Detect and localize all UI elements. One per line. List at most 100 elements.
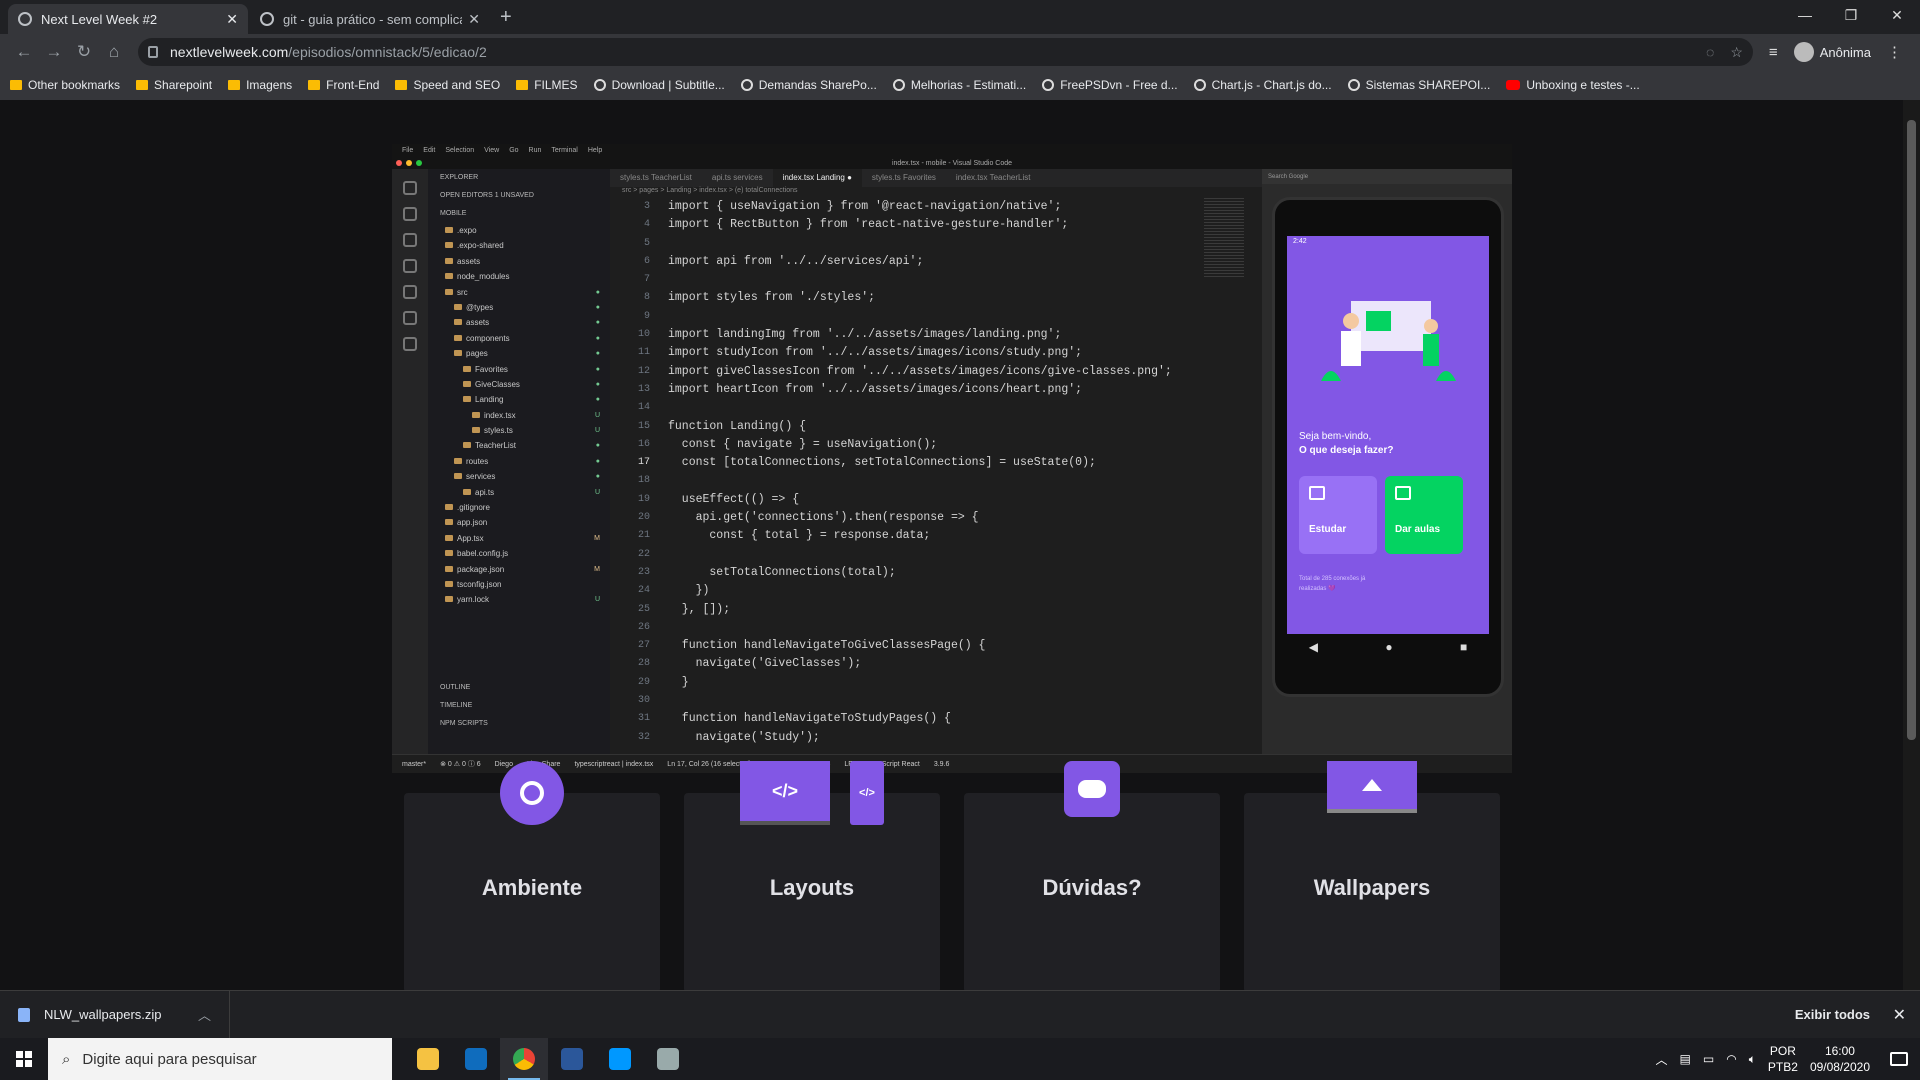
card-ambiente[interactable]: Ambiente [404, 761, 660, 993]
file-tree-item[interactable]: src ● [428, 285, 610, 300]
bookmark-item[interactable]: Sistemas SHAREPOI... [1347, 78, 1490, 92]
file-tree-item[interactable]: routes ● [428, 454, 610, 469]
wifi-icon[interactable]: ◠ [1726, 1052, 1736, 1066]
back-nav-icon[interactable]: ◀ [1309, 640, 1318, 654]
file-tree-item[interactable]: .gitignore [428, 500, 610, 515]
bookmark-item[interactable]: Download | Subtitle... [593, 78, 725, 92]
profile-button[interactable]: Anônima [1793, 42, 1871, 62]
chevron-up-icon[interactable]: ︿ [198, 1005, 211, 1024]
minimap[interactable] [1204, 198, 1244, 278]
file-tree-item[interactable]: app.json [428, 515, 610, 530]
page-scrollbar[interactable] [1903, 100, 1920, 990]
browser-tab-active[interactable]: Next Level Week #2 ✕ [8, 4, 248, 34]
menu-item[interactable]: Edit [423, 147, 435, 154]
emulator-search[interactable]: Search Google [1268, 174, 1308, 180]
bookmark-item[interactable]: Chart.js - Chart.js do... [1193, 78, 1332, 92]
file-tree-item[interactable]: pages ● [428, 346, 610, 361]
file-tree-item[interactable]: services ● [428, 469, 610, 484]
card-layouts[interactable]: </> </> Layouts [684, 761, 940, 993]
file-tree-item[interactable]: TeacherList ● [428, 438, 610, 453]
sidebar-section[interactable]: OUTLINE [428, 679, 610, 697]
file-tree-item[interactable]: index.tsx U [428, 408, 610, 423]
give-classes-button[interactable]: Dar aulas [1385, 476, 1463, 554]
remote-icon[interactable] [403, 311, 417, 325]
file-tree-item[interactable]: components ● [428, 331, 610, 346]
new-tab-icon[interactable]: + [500, 6, 512, 29]
menu-item[interactable]: Terminal [551, 147, 577, 154]
files-icon[interactable] [403, 181, 417, 195]
bookmark-item[interactable]: Speed and SEO [395, 78, 500, 92]
file-tree-item[interactable]: babel.config.js [428, 546, 610, 561]
file-tree-item[interactable]: styles.ts U [428, 423, 610, 438]
card-wallpapers[interactable]: Wallpapers [1244, 761, 1500, 993]
star-icon[interactable]: ☆ [1730, 44, 1743, 61]
file-tree-item[interactable]: api.ts U [428, 485, 610, 500]
notification-icon[interactable] [1890, 1052, 1908, 1066]
bookmark-item[interactable]: Melhorias - Estimati... [892, 78, 1026, 92]
editor-tab[interactable]: index.tsx Landing ● [772, 169, 862, 187]
menu-item[interactable]: Help [588, 147, 602, 154]
menu-dots-icon[interactable]: ⋮ [1887, 43, 1902, 61]
reading-list-icon[interactable]: ≡ [1769, 44, 1778, 61]
study-button[interactable]: Estudar [1299, 476, 1377, 554]
address-bar[interactable]: nextlevelweek.com/episodios/omnistack/5/… [138, 38, 1753, 66]
file-tree-item[interactable]: App.tsx M [428, 531, 610, 546]
reload-icon[interactable]: ↻ [70, 42, 98, 62]
search-icon[interactable] [403, 207, 417, 221]
status-item[interactable]: typescriptreact | index.tsx [574, 761, 653, 768]
file-tree-item[interactable]: assets ● [428, 315, 610, 330]
home-nav-icon[interactable]: ● [1385, 640, 1392, 654]
eye-off-icon[interactable]: ◌ [1706, 44, 1714, 61]
recents-nav-icon[interactable]: ■ [1460, 640, 1467, 654]
menu-item[interactable]: Run [529, 147, 542, 154]
clock[interactable]: 16:00 09/08/2020 [1810, 1043, 1870, 1075]
bookmark-item[interactable]: Front-End [308, 78, 379, 92]
bookmark-item[interactable]: Imagens [228, 78, 292, 92]
close-icon[interactable]: ✕ [1893, 1005, 1906, 1025]
extensions-icon[interactable] [403, 285, 417, 299]
close-window-icon[interactable]: ✕ [1874, 0, 1920, 30]
file-tree-item[interactable]: .expo [428, 223, 610, 238]
back-icon[interactable]: ← [10, 42, 38, 62]
forward-icon[interactable]: → [40, 42, 68, 62]
snipping-tool-app[interactable] [644, 1038, 692, 1080]
bookmark-item[interactable]: Unboxing e testes -... [1506, 78, 1640, 92]
file-tree-item[interactable]: Favorites ● [428, 362, 610, 377]
chrome-app[interactable] [500, 1038, 548, 1080]
code-lines[interactable]: 3 import { useNavigation } from '@react-n… [610, 198, 1210, 747]
bookmark-item[interactable]: Sharepoint [136, 78, 212, 92]
taskbar-search[interactable]: ⌕ Digite aqui para pesquisar [48, 1038, 392, 1080]
editor-tab[interactable]: index.tsx TeacherList [946, 169, 1041, 187]
file-tree-item[interactable]: node_modules [428, 269, 610, 284]
start-button[interactable] [0, 1038, 48, 1080]
file-tree-item[interactable]: assets [428, 254, 610, 269]
sidebar-section[interactable]: NPM SCRIPTS [428, 715, 610, 733]
bookmark-item[interactable]: FreePSDvn - Free d... [1042, 78, 1178, 92]
network-icon[interactable]: ▤ [1680, 1052, 1691, 1066]
bookmark-item[interactable]: Other bookmarks [10, 78, 120, 92]
status-item[interactable]: Ln 17, Col 26 (16 selected) [667, 761, 751, 768]
language-indicator[interactable]: POR PTB2 [1768, 1043, 1798, 1075]
status-item[interactable]: 3.9.6 [934, 761, 950, 768]
file-tree-item[interactable]: .expo-shared [428, 238, 610, 253]
menu-item[interactable]: File [402, 147, 413, 154]
minimize-icon[interactable]: — [1782, 0, 1828, 30]
download-item[interactable]: NLW_wallpapers.zip ︿ [0, 990, 230, 1039]
editor-tab[interactable]: styles.ts TeacherList [610, 169, 702, 187]
menu-item[interactable]: Go [509, 147, 518, 154]
bookmark-item[interactable]: Demandas SharePo... [740, 78, 877, 92]
browser-tab[interactable]: git - guia prático - sem complicação ✕ [250, 4, 490, 34]
battery-icon[interactable]: ▭ [1703, 1052, 1714, 1066]
file-tree-item[interactable]: @types ● [428, 300, 610, 315]
menu-item[interactable]: Selection [445, 147, 474, 154]
close-icon[interactable]: ✕ [226, 11, 238, 28]
source-control-icon[interactable] [403, 233, 417, 247]
status-item[interactable]: master* [402, 761, 426, 768]
file-tree-item[interactable]: tsconfig.json [428, 577, 610, 592]
vscode-app[interactable] [596, 1038, 644, 1080]
outlook-app[interactable] [452, 1038, 500, 1080]
close-icon[interactable]: ✕ [468, 11, 480, 28]
editor-tab[interactable]: api.ts services [702, 169, 773, 187]
restore-icon[interactable]: ❐ [1828, 0, 1874, 30]
file-explorer-app[interactable] [404, 1038, 452, 1080]
